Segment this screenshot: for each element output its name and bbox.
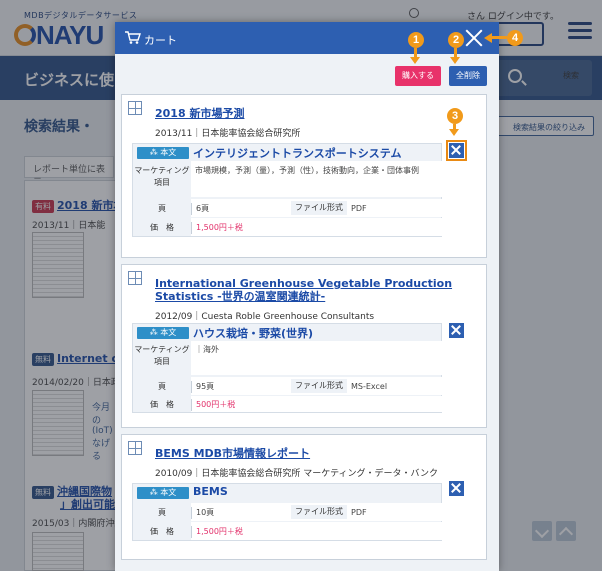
detail-head: ⁂ 本文 インテリジェントトランスポートシステム [133, 144, 443, 161]
clear-all-button[interactable]: 全削除 [449, 66, 487, 86]
share-icon: ⁂ [149, 488, 161, 497]
pages-value: 95頁 [191, 381, 214, 393]
pages-label: 頁 [158, 204, 166, 213]
callout-4: 4 [507, 30, 523, 46]
cart-item: International Greenhouse Vegetable Produ… [121, 264, 487, 428]
item-meta: 2013/11｜日本能率協会総合研究所 [155, 129, 301, 139]
item-meta: 2010/09｜日本能率協会総合研究所 マーケティング・データ・バンク [155, 469, 438, 479]
close-icon[interactable] [463, 27, 485, 49]
share-icon: ⁂ [149, 328, 161, 337]
body-tag: ⁂ 本文 [137, 487, 189, 499]
price-label: 価 格 [150, 223, 174, 232]
cart-item: BEMS MDB市場情報レポート 2010/09｜日本能率協会総合研究所 マーケ… [121, 434, 487, 560]
format-value: MS-Excel [351, 382, 388, 391]
marketing-label: マーケティング項目 [134, 166, 190, 187]
price-label: 価 格 [150, 400, 174, 409]
body-tag: ⁂ 本文 [137, 327, 189, 339]
pages-label: 頁 [158, 508, 166, 517]
body-tag: ⁂ 本文 [137, 147, 189, 159]
marketing-value: 市場規模，予測（量），予測（性），技術動向，企業・団体事例 [195, 166, 419, 175]
detail-title: ハウス栽培・野菜(世界) [193, 327, 314, 340]
pages-value: 6頁 [191, 203, 209, 215]
callout-3-arrow [449, 129, 459, 136]
marketing-value: ｜海外 [195, 345, 219, 354]
callout-1: 1 [408, 32, 424, 48]
detail-title: インテリジェントトランスポートシステム [193, 147, 402, 160]
item-meta: 2012/09｜Cuesta Roble Greenhouse Consulta… [155, 312, 375, 322]
item-detail: ⁂ 本文 BEMS 頁 10頁 ファイル形式 PDF 価 格 1,500円＋税 [132, 483, 443, 541]
price-label: 価 格 [150, 527, 174, 536]
format-value: PDF [351, 204, 367, 213]
remove-item-button[interactable] [449, 323, 464, 338]
callout-1-arrow [410, 57, 420, 64]
pages-value: 10頁 [191, 507, 214, 519]
detail-head: ⁂ 本文 BEMS [133, 484, 443, 501]
cart-icon [125, 31, 141, 44]
report-icon [128, 101, 142, 115]
price-value: 1,500円＋税 [191, 526, 243, 538]
price-value: 1,500円＋税 [191, 222, 243, 234]
modal-title: カート [144, 34, 177, 47]
purchase-button[interactable]: 購入する [395, 66, 441, 86]
item-title-link[interactable]: 2018 新市場予測 [155, 107, 244, 120]
item-title-link[interactable]: International Greenhouse Vegetable Produ… [155, 277, 452, 303]
detail-head: ⁂ 本文 ハウス栽培・野菜(世界) [133, 324, 443, 341]
pages-label: 頁 [158, 382, 166, 391]
marketing-label: マーケティング項目 [134, 345, 190, 366]
report-icon [128, 271, 142, 285]
cart-content[interactable]: 購入する 全削除 2018 新市場予測 2013/11｜日本能率協会総合研究所 … [115, 54, 499, 571]
callout-4-stem [491, 36, 507, 39]
format-label: ファイル形式 [291, 201, 347, 215]
detail-title: BEMS [193, 485, 228, 498]
item-title-link[interactable]: BEMS MDB市場情報レポート [155, 447, 310, 460]
callout-4-arrow [484, 33, 492, 43]
modal-header: カート [115, 22, 499, 54]
cart-item: 2018 新市場予測 2013/11｜日本能率協会総合研究所 ⁂ 本文 インテリ… [121, 94, 487, 258]
callout-2: 2 [448, 32, 464, 48]
share-icon: ⁂ [149, 148, 161, 157]
item-detail: ⁂ 本文 インテリジェントトランスポートシステム マーケティング項目 市場規模，… [132, 143, 443, 237]
callout-3: 3 [447, 108, 463, 124]
callout-2-arrow [450, 57, 460, 64]
report-icon [128, 441, 142, 455]
remove-item-button[interactable] [446, 140, 467, 161]
remove-item-button[interactable] [449, 481, 464, 496]
format-value: PDF [351, 508, 367, 517]
item-detail: ⁂ 本文 ハウス栽培・野菜(世界) マーケティング項目 ｜海外 頁 95頁 ファ… [132, 323, 443, 413]
format-label: ファイル形式 [291, 505, 347, 519]
price-value: 500円＋税 [191, 399, 235, 411]
format-label: ファイル形式 [291, 379, 347, 393]
cart-modal: カート 購入する 全削除 2018 新市場予測 2013/11｜日本能率協会総合… [115, 22, 499, 571]
